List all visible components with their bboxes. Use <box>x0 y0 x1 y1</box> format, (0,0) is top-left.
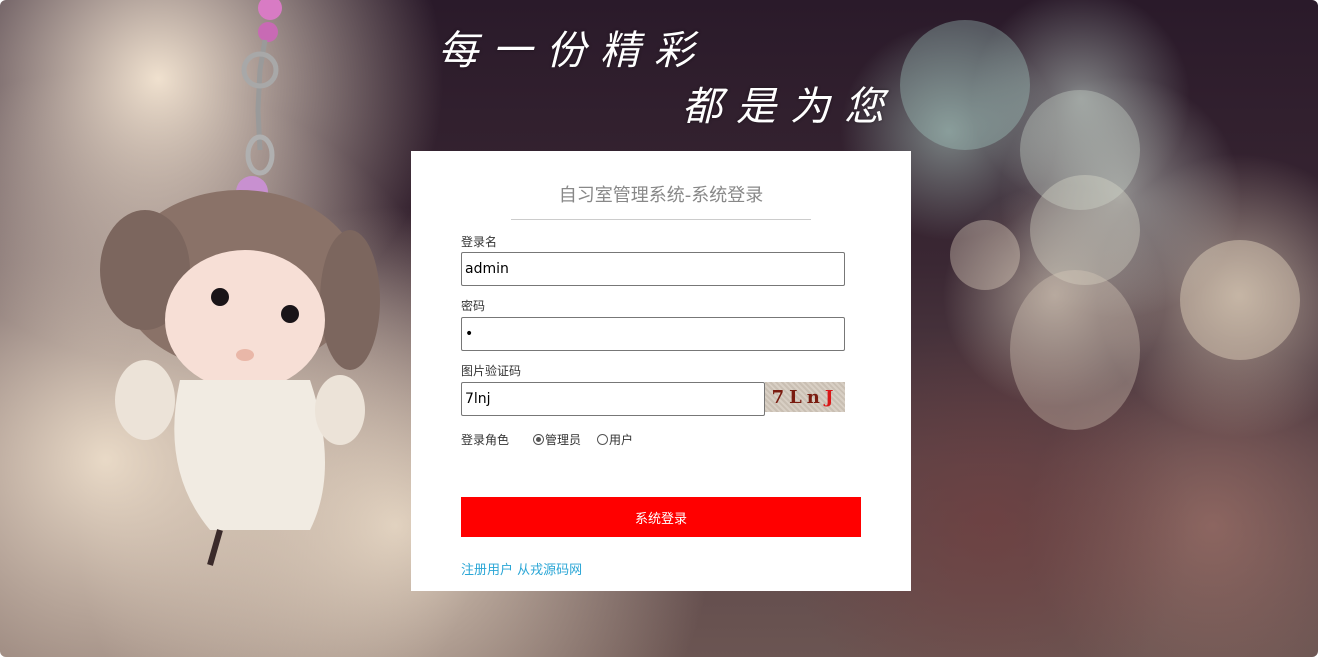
title-divider <box>511 219 811 220</box>
role-option-user[interactable]: 用户 <box>597 431 633 448</box>
footer-links: 注册用户 从戎源码网 <box>461 559 582 578</box>
password-label: 密码 <box>461 299 486 313</box>
slogan-line-1: 每一份精彩 <box>438 28 708 74</box>
captcha-image-text: 7Ln <box>771 386 825 408</box>
captcha-image[interactable]: 7Ln J <box>765 382 845 412</box>
bokeh-light <box>900 20 1030 150</box>
password-input[interactable] <box>461 317 845 351</box>
slogan-line-2: 都是为您 <box>682 84 898 130</box>
login-title: 自习室管理系统-系统登录 <box>558 185 764 206</box>
role-selector: 登录角色 管理员 用户 <box>461 431 633 448</box>
bokeh-light <box>1010 270 1140 430</box>
radio-admin[interactable] <box>533 434 545 445</box>
login-page-background: 每一份精彩 都是为您 自习室管理系统-系统登录 登录名 密码 图片验证码 <box>0 0 1318 657</box>
username-input[interactable] <box>461 252 845 286</box>
register-link[interactable]: 注册用户 <box>461 563 513 578</box>
bokeh-light <box>1030 175 1140 285</box>
role-option-user-label: 用户 <box>609 433 634 447</box>
username-label: 登录名 <box>461 235 498 249</box>
role-option-admin[interactable]: 管理员 <box>533 431 581 448</box>
bokeh-light <box>1020 90 1140 210</box>
login-button[interactable]: 系统登录 <box>461 497 861 537</box>
role-label: 登录角色 <box>461 433 510 447</box>
doll-pendant-illustration <box>100 0 380 566</box>
source-site-link[interactable]: 从戎源码网 <box>517 563 582 578</box>
captcha-input[interactable] <box>461 382 765 416</box>
login-panel: 自习室管理系统-系统登录 登录名 密码 图片验证码 7LnJ 登录角色 管理员 … <box>411 151 911 591</box>
captcha-label: 图片验证码 <box>461 364 522 378</box>
radio-user[interactable] <box>597 434 609 445</box>
bokeh-light <box>950 220 1020 290</box>
role-option-admin-label: 管理员 <box>545 433 582 447</box>
bokeh-light <box>1180 240 1300 360</box>
captcha-image-text-last: J <box>824 386 839 408</box>
